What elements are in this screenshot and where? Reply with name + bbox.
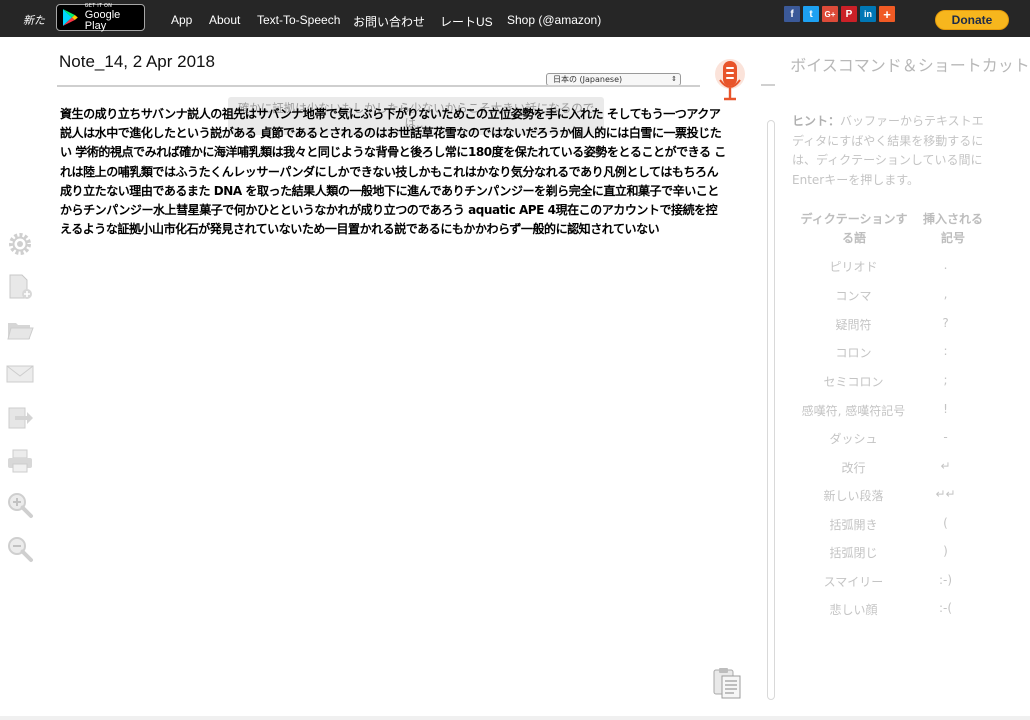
command-word: 括弧閉じ [829, 546, 878, 560]
google-play-badge[interactable]: GET IT ON Google Play [56, 2, 145, 32]
note-title[interactable]: Note_14, 2 Apr 2018 [59, 52, 215, 72]
command-symbol: ( [943, 516, 948, 530]
command-symbol: ) [943, 544, 948, 558]
command-word: 括弧開き [829, 518, 878, 532]
nav-rate-us[interactable]: レートUS [440, 13, 493, 30]
nav-about[interactable]: About [209, 13, 240, 27]
social-links: f t G+ P in + [784, 6, 895, 22]
panel-title: ボイスコマンド＆ショートカット [790, 56, 1030, 75]
column-header-inserted: 挿入される記号 [922, 212, 983, 245]
command-symbol: : [943, 344, 948, 358]
command-symbol: :-( [938, 601, 953, 615]
top-bar: 新た GET IT ON Google Play App About Text-… [0, 0, 1030, 37]
nav-app[interactable]: App [171, 13, 192, 27]
command-word: 感嘆符, 感嘆符記号 [801, 404, 906, 418]
zoom-out-icon[interactable] [6, 535, 34, 563]
donate-button[interactable]: Donate [935, 10, 1009, 30]
new-document-icon[interactable] [6, 273, 34, 301]
command-symbol: . [943, 258, 948, 272]
panel-collapse-handle[interactable] [761, 84, 775, 86]
command-word: 疑問符 [835, 318, 872, 332]
editor-content[interactable]: 資生の成り立ちサバンナ説人の祖先はサバンナ地帯で気にぶら下がりないためこの立位姿… [60, 105, 726, 239]
twitter-icon[interactable]: t [803, 6, 819, 22]
command-symbol: ↵↵ [935, 487, 956, 501]
open-folder-icon[interactable] [6, 316, 34, 344]
column-header-dictation: ディクテーションする語 [800, 212, 908, 245]
page-bottom-border [0, 716, 1030, 720]
editor-scrollbar[interactable] [767, 120, 775, 700]
settings-icon[interactable] [6, 230, 34, 258]
command-symbol: ; [943, 373, 948, 387]
google-plus-icon[interactable]: G+ [822, 6, 838, 22]
command-symbol: :-) [938, 573, 953, 587]
command-word: スマイリー [823, 575, 884, 589]
title-divider [57, 85, 700, 87]
command-symbol: ! [943, 402, 948, 416]
command-word: セミコロン [823, 375, 884, 389]
google-play-small-text: GET IT ON [84, 2, 113, 9]
linkedin-icon[interactable]: in [860, 6, 876, 22]
command-symbol: ↵ [940, 459, 951, 473]
facebook-icon[interactable]: f [784, 6, 800, 22]
share-more-icon[interactable]: + [879, 6, 895, 22]
google-play-icon [62, 9, 78, 26]
select-arrows-icon: ⇕ [671, 75, 677, 83]
google-play-text: Google Play [84, 8, 121, 32]
command-symbol: - [943, 430, 948, 444]
nav-text-to-speech[interactable]: Text-To-Speech [257, 13, 340, 27]
command-word: コロン [835, 346, 872, 360]
hint-text: ヒント：バッファーからテキストエディタにすばやく結果を移動するには、ディクテーシ… [792, 112, 992, 190]
command-word: ダッシュ [829, 432, 878, 446]
command-symbol: , [943, 287, 948, 301]
share-icon[interactable] [6, 403, 34, 431]
command-word: ピリオド [829, 260, 878, 274]
copy-clipboard-icon[interactable] [712, 666, 742, 700]
hint-label: ヒント： [792, 114, 841, 128]
command-word: 改行 [841, 461, 866, 475]
email-icon[interactable] [6, 360, 34, 388]
command-symbol: ? [942, 316, 949, 330]
pinterest-icon[interactable]: P [841, 6, 857, 22]
nav-contact[interactable]: お問い合わせ [353, 13, 425, 30]
language-select-value: 日本の (Japanese) [553, 75, 623, 84]
print-icon[interactable] [6, 447, 34, 475]
new-label: 新た [23, 14, 45, 27]
command-word: 新しい段落 [823, 489, 884, 503]
command-word: コンマ [835, 289, 872, 303]
microphone-icon[interactable] [714, 58, 746, 102]
zoom-in-icon[interactable] [6, 491, 34, 519]
nav-shop[interactable]: Shop (@amazon) [507, 13, 601, 27]
command-word: 悲しい顔 [829, 603, 878, 617]
